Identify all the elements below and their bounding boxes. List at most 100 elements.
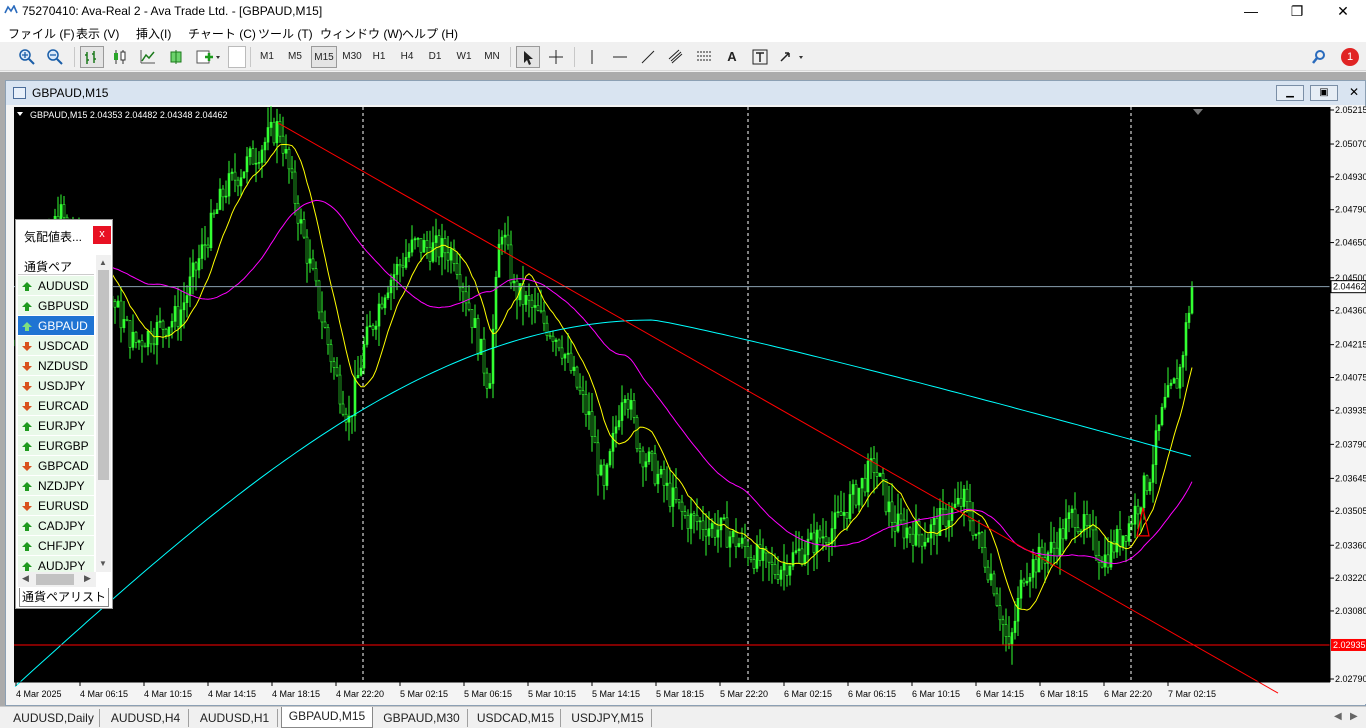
chart-shift-icon[interactable]	[164, 46, 188, 68]
vertical-line-icon[interactable]	[580, 46, 604, 68]
price-axis-label: 2.05215	[1335, 106, 1366, 115]
market-watch-row[interactable]: NZDJPY	[18, 476, 94, 496]
arrows-dropdown-icon[interactable]	[778, 46, 808, 68]
menu-view[interactable]: 表示 (V)	[76, 25, 119, 42]
timeframe-m5[interactable]: M5	[283, 46, 307, 68]
cursor-icon[interactable]	[516, 46, 540, 68]
equidistant-channel-icon[interactable]	[664, 46, 688, 68]
vscroll-thumb[interactable]	[98, 270, 109, 480]
candle-body	[119, 300, 123, 329]
horizontal-line-icon[interactable]	[608, 46, 632, 68]
current-price-label: 2.04462	[1333, 282, 1366, 292]
maximize-button[interactable]: ❐	[1274, 0, 1320, 22]
market-watch-row[interactable]: GBPCAD	[18, 456, 94, 476]
scroll-left-icon[interactable]: ◀	[22, 573, 29, 584]
zoom-in-icon[interactable]	[16, 46, 38, 68]
notification-badge[interactable]: 1	[1339, 46, 1361, 68]
hscroll-thumb[interactable]	[36, 574, 74, 585]
symbols-list-tab[interactable]: 通貨ペアリスト	[19, 588, 109, 607]
timeframe-m15[interactable]: M15	[311, 46, 337, 68]
bar-chart-icon[interactable]	[80, 46, 104, 68]
market-watch-row[interactable]: USDJPY	[18, 376, 94, 396]
market-watch-close-button[interactable]: x	[93, 226, 111, 244]
text-tool-icon[interactable]: A	[720, 46, 744, 68]
market-watch-row[interactable]: EURCAD	[18, 396, 94, 416]
candle-body	[530, 299, 534, 308]
market-watch-row[interactable]: NZDUSD	[18, 356, 94, 376]
scroll-right-icon[interactable]: ▶	[84, 573, 91, 584]
menu-tools[interactable]: ツール (T)	[258, 25, 313, 42]
candle-body	[722, 517, 726, 520]
tab-usdjpy-m15[interactable]: USDJPY,M15	[564, 709, 652, 727]
menu-chart[interactable]: チャート (C)	[188, 25, 256, 42]
chart-minimize-button[interactable]: ▁	[1276, 85, 1304, 101]
market-watch-row[interactable]: GBPUSD	[18, 296, 94, 316]
candle-body	[410, 239, 414, 253]
candlestick-chart-icon[interactable]	[108, 46, 132, 68]
candle-body	[158, 320, 162, 323]
tab-gbpaud-m30[interactable]: GBPAUD,M30	[376, 709, 468, 727]
symbol-name: USDJPY	[38, 379, 86, 393]
candle-body	[899, 513, 903, 521]
candle-body	[971, 520, 975, 536]
tab-usdcad-m15[interactable]: USDCAD,M15	[471, 709, 561, 727]
tab-audusd-daily[interactable]: AUDUSD,Daily	[8, 709, 100, 727]
market-watch-row[interactable]: GBPAUD	[18, 316, 94, 336]
market-watch-vscrollbar[interactable]: ▲ ▼	[96, 255, 111, 572]
market-watch-row[interactable]: EURUSD	[18, 496, 94, 516]
timeframe-m1[interactable]: M1	[255, 46, 279, 68]
timeframe-m30[interactable]: M30	[339, 46, 365, 68]
candle-body	[1181, 355, 1185, 368]
candle-body	[407, 251, 411, 258]
market-watch-row[interactable]: AUDUSD	[18, 276, 94, 296]
menu-help[interactable]: ヘルプ (H)	[402, 25, 458, 42]
market-watch-row[interactable]: EURJPY	[18, 416, 94, 436]
menu-insert[interactable]: 挿入(I)	[136, 25, 171, 42]
market-watch-hscrollbar[interactable]: ◀ ▶	[18, 572, 96, 587]
candle-body	[572, 366, 576, 371]
text-label-icon[interactable]	[748, 46, 772, 68]
candle-body	[341, 403, 345, 415]
market-watch-column-header[interactable]: 通貨ペア	[18, 255, 94, 275]
candle-body	[266, 127, 270, 143]
price-chart[interactable]: 2.04462 2.02935 2.05215 2.05070 2.04930 2.04…	[13, 106, 1366, 704]
scroll-down-icon[interactable]: ▼	[99, 559, 107, 568]
market-watch-row[interactable]: CHFJPY	[18, 536, 94, 556]
chart-restore-button[interactable]: ▣	[1310, 85, 1338, 101]
chart-close-button[interactable]: ✕	[1344, 85, 1364, 101]
market-watch-row[interactable]: CADJPY	[18, 516, 94, 536]
trendline-icon[interactable]	[636, 46, 660, 68]
fibonacci-icon[interactable]	[692, 46, 716, 68]
market-watch-row[interactable]: USDCAD	[18, 336, 94, 356]
timeframe-w1[interactable]: W1	[451, 46, 477, 68]
timeframe-d1[interactable]: D1	[423, 46, 447, 68]
time-axis-label: 6 Mar 18:15	[1040, 689, 1088, 699]
minimize-button[interactable]: —	[1228, 0, 1274, 22]
candle-body	[533, 305, 537, 308]
crosshair-icon[interactable]	[544, 46, 568, 68]
search-icon[interactable]	[1308, 46, 1330, 68]
menu-file[interactable]: ファイル (F)	[8, 25, 75, 42]
market-watch-row[interactable]: EURGBP	[18, 436, 94, 456]
candle-body	[686, 515, 690, 529]
close-button[interactable]: ✕	[1320, 0, 1366, 22]
line-chart-icon[interactable]	[136, 46, 160, 68]
new-chart-dropdown-icon[interactable]	[194, 46, 224, 68]
candle-body	[1082, 514, 1086, 532]
timeframe-mn[interactable]: MN	[479, 46, 505, 68]
timeframe-h4[interactable]: H4	[395, 46, 419, 68]
tabs-scroll-left-icon[interactable]: ◀	[1334, 711, 1342, 722]
scroll-up-icon[interactable]: ▲	[99, 258, 107, 267]
arrow-up-icon	[22, 282, 32, 291]
menu-window[interactable]: ウィンドウ (W)	[320, 25, 403, 42]
tab-gbpaud-m15[interactable]: GBPAUD,M15	[281, 707, 373, 728]
tabs-scroll-right-icon[interactable]: ▶	[1350, 711, 1358, 722]
tab-audusd-h1[interactable]: AUDUSD,H1	[192, 709, 278, 727]
chart-plot-area[interactable]	[14, 107, 1330, 682]
candle-body	[137, 340, 141, 343]
timeframe-h1[interactable]: H1	[367, 46, 391, 68]
toolbar-dropdown[interactable]	[228, 46, 246, 68]
candle-body	[716, 529, 720, 538]
tab-audusd-h4[interactable]: AUDUSD,H4	[103, 709, 189, 727]
zoom-out-icon[interactable]	[44, 46, 66, 68]
